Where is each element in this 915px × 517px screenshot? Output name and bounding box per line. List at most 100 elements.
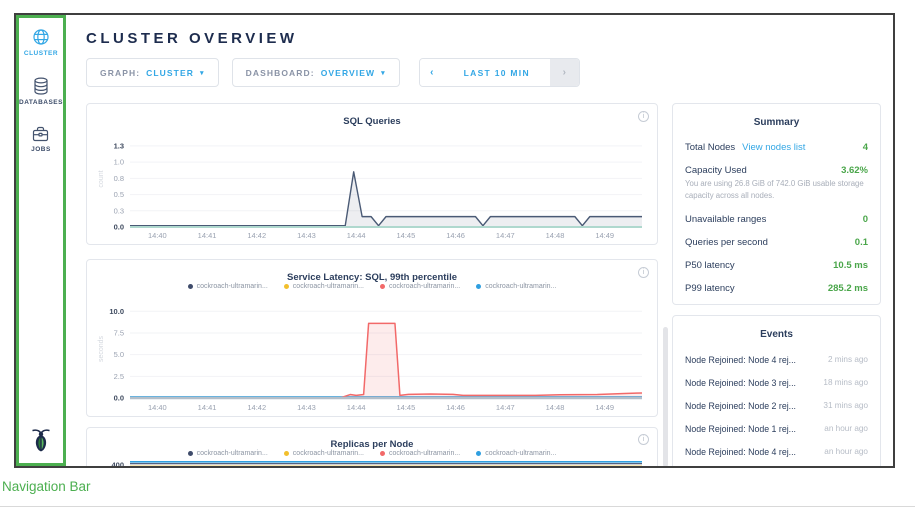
chart-legend: cockroach-ultramarin... cockroach-ultrama… — [87, 282, 657, 291]
chart-title: Service Latency: SQL, 99th percentile — [287, 272, 457, 283]
event-row[interactable]: Node Rejoined: Node 4 rej...2 mins ago — [685, 348, 868, 371]
app-window: CLUSTER DATABASES JOBS CLUSTER OVERVIEW GR… — [14, 13, 895, 468]
svg-text:14:49: 14:49 — [595, 231, 614, 240]
sidebar-item-databases[interactable]: DATABASES — [19, 77, 63, 106]
svg-text:14:43: 14:43 — [297, 403, 316, 412]
svg-text:14:48: 14:48 — [546, 403, 565, 412]
graph-dropdown-label: GRAPH: — [100, 68, 140, 78]
sidebar-item-cluster[interactable]: CLUSTER — [24, 28, 58, 57]
graph-dropdown[interactable]: GRAPH: CLUSTER ▾ — [86, 58, 219, 87]
info-icon[interactable]: i — [638, 434, 649, 445]
legend-item[interactable]: cockroach-ultramarin... — [380, 282, 460, 291]
svg-text:1.0: 1.0 — [114, 158, 124, 167]
event-time: 2 mins ago — [828, 355, 868, 364]
events-list: Node Rejoined: Node 4 rej...2 mins agoNo… — [685, 348, 868, 463]
replicas-per-node-chart: 400 — [94, 461, 650, 466]
legend-item[interactable]: cockroach-ultramarin... — [188, 282, 268, 291]
summary-row: Capacity Used3.62%You are using 26.8 GiB… — [685, 159, 868, 208]
summary-row: Total Nodes View nodes list 4 — [685, 136, 868, 159]
legend-dot-icon — [476, 451, 481, 456]
svg-text:0.0: 0.0 — [114, 394, 124, 403]
legend-item[interactable]: cockroach-ultramarin... — [284, 282, 364, 291]
summary-label: Total Nodes — [685, 142, 735, 153]
page: CLUSTER DATABASES JOBS CLUSTER OVERVIEW GR… — [0, 0, 915, 517]
event-text: Node Rejoined: Node 2 rej... — [685, 401, 815, 411]
scrollbar-thumb[interactable] — [663, 327, 668, 466]
svg-text:14:45: 14:45 — [396, 231, 415, 240]
legend-dot-icon — [188, 451, 193, 456]
sql-queries-chart: count1.31.00.80.50.30.014:4014:4114:4214… — [94, 125, 650, 243]
charts-column: SQL Queries i count1.31.00.80.50.30.014:… — [86, 103, 658, 466]
svg-text:400: 400 — [111, 461, 124, 466]
legend-item[interactable]: cockroach-ultramarin... — [284, 449, 364, 458]
svg-text:count: count — [98, 170, 105, 187]
summary-row: P50 latency10.5 ms — [685, 254, 868, 277]
sidebar-item-label: CLUSTER — [24, 50, 58, 57]
chart-legend: cockroach-ultramarin... cockroach-ultrama… — [87, 449, 657, 458]
cockroachdb-logo[interactable] — [28, 427, 54, 459]
main-content: CLUSTER OVERVIEW GRAPH: CLUSTER ▾ DASHBO… — [66, 15, 893, 466]
bottom-divider — [0, 506, 915, 507]
sidebar-item-label: JOBS — [31, 146, 51, 153]
chevron-down-icon: ▾ — [200, 69, 205, 77]
graph-dropdown-value: CLUSTER — [146, 68, 194, 78]
svg-text:0.8: 0.8 — [114, 174, 124, 183]
legend-item[interactable]: cockroach-ultramarin... — [380, 449, 460, 458]
svg-text:14:40: 14:40 — [148, 231, 167, 240]
svg-text:14:44: 14:44 — [347, 403, 366, 412]
toolbar: GRAPH: CLUSTER ▾ DASHBOARD: OVERVIEW ▾ ‹… — [86, 58, 893, 87]
legend-label: cockroach-ultramarin... — [485, 283, 556, 290]
svg-text:14:43: 14:43 — [297, 231, 316, 240]
briefcase-icon — [31, 126, 51, 142]
events-panel: Events Node Rejoined: Node 4 rej...2 min… — [672, 315, 881, 466]
event-text: Node Rejoined: Node 1 rej... — [685, 424, 816, 434]
event-time: an hour ago — [824, 424, 868, 433]
chart-panel-replicas-per-node: Replicas per Node i cockroach-ultramarin… — [86, 427, 658, 466]
legend-label: cockroach-ultramarin... — [197, 450, 268, 457]
summary-row: P99 latency285.2 ms — [685, 277, 868, 300]
legend-dot-icon — [284, 451, 289, 456]
summary-row: Unavailable ranges0 — [685, 208, 868, 231]
legend-label: cockroach-ultramarin... — [389, 450, 460, 457]
legend-item[interactable]: cockroach-ultramarin... — [476, 449, 556, 458]
event-row[interactable]: Node Rejoined: Node 1 rej... an hour ago — [685, 417, 868, 440]
time-prev-button[interactable]: ‹ — [420, 59, 444, 86]
svg-text:7.5: 7.5 — [114, 328, 124, 337]
summary-value: 4 — [863, 142, 868, 153]
event-row[interactable]: Node Rejoined: Node 4 rej...an hour ago — [685, 440, 868, 463]
summary-value: 3.62% — [841, 165, 868, 176]
svg-text:14:44: 14:44 — [347, 231, 366, 240]
summary-panel: Summary Total Nodes View nodes list 4 Capac… — [672, 103, 881, 305]
summary-row: Queries per second0.1 — [685, 231, 868, 254]
view-nodes-list-link[interactable]: View nodes list — [742, 142, 805, 153]
time-range-button[interactable]: LAST 10 MIN — [444, 59, 550, 86]
database-icon — [19, 77, 63, 95]
legend-dot-icon — [380, 451, 385, 456]
svg-text:14:46: 14:46 — [446, 403, 465, 412]
time-next-button-disabled[interactable]: › — [550, 59, 579, 86]
legend-label: cockroach-ultramarin... — [293, 450, 364, 457]
summary-label: Unavailable ranges — [685, 214, 766, 225]
event-row[interactable]: Node Rejoined: Node 3 rej...18 mins ago — [685, 371, 868, 394]
info-icon[interactable]: i — [638, 111, 649, 122]
info-icon[interactable]: i — [638, 267, 649, 278]
dashboard-dropdown[interactable]: DASHBOARD: OVERVIEW ▾ — [232, 58, 400, 87]
svg-text:14:41: 14:41 — [198, 403, 217, 412]
svg-text:14:40: 14:40 — [148, 403, 167, 412]
chevron-down-icon: ▾ — [381, 69, 386, 77]
svg-text:14:47: 14:47 — [496, 231, 515, 240]
event-time: 18 mins ago — [823, 378, 868, 387]
event-row[interactable]: Node Rejoined: Node 2 rej...31 mins ago — [685, 394, 868, 417]
legend-item[interactable]: cockroach-ultramarin... — [188, 449, 268, 458]
svg-text:10.0: 10.0 — [109, 307, 124, 316]
legend-item[interactable]: cockroach-ultramarin... — [476, 282, 556, 291]
annotation-navigation-bar-label: Navigation Bar — [2, 479, 91, 494]
page-title: CLUSTER OVERVIEW — [86, 31, 893, 46]
svg-text:seconds: seconds — [98, 335, 105, 362]
summary-title: Summary — [685, 117, 868, 128]
event-text: Node Rejoined: Node 4 rej... — [685, 447, 816, 457]
legend-dot-icon — [284, 284, 289, 289]
chart-title: SQL Queries — [343, 116, 400, 127]
sidebar-item-jobs[interactable]: JOBS — [31, 126, 51, 153]
dashboard-dropdown-label: DASHBOARD: — [246, 68, 315, 78]
